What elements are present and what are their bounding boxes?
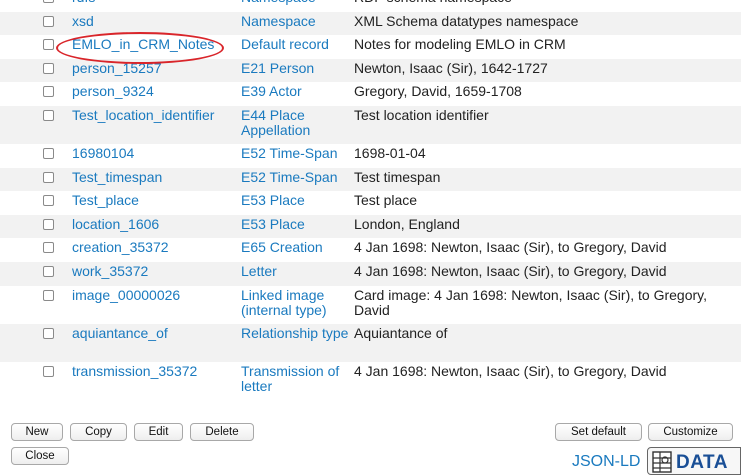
- row-checkbox[interactable]: [43, 195, 54, 207]
- record-id-link[interactable]: Test_location_identifier: [72, 107, 214, 123]
- row-checkbox[interactable]: [43, 242, 54, 254]
- record-description: Card image: 4 Jan 1698: Newton, Isaac (S…: [354, 286, 708, 318]
- record-id-link[interactable]: Test_place: [72, 192, 139, 208]
- record-type-link[interactable]: Letter: [241, 263, 277, 279]
- data-badge-label: DATA: [676, 452, 728, 473]
- table-row: creation_35372 E65 Creation 4 Jan 1698: Ne…: [0, 238, 741, 262]
- record-description: London, England: [354, 215, 460, 232]
- record-id-link[interactable]: person_15257: [72, 60, 162, 76]
- row-checkbox[interactable]: [43, 327, 54, 339]
- row-checkbox[interactable]: [43, 147, 54, 159]
- record-type-link[interactable]: E21 Person: [241, 60, 314, 76]
- record-description: Test place: [354, 192, 418, 209]
- table-row: EMLO_in_CRM_Notes Default record Notes for…: [0, 35, 741, 59]
- json-ld-link[interactable]: JSON-LD: [572, 453, 640, 471]
- data-badge[interactable]: DATA: [647, 447, 741, 475]
- row-checkbox[interactable]: [43, 365, 54, 377]
- record-description: RDF schema namespace: [354, 0, 741, 5]
- table-row: 16980104 E52 Time-Span 1698-01-04: [0, 144, 741, 168]
- row-checkbox[interactable]: [43, 289, 54, 301]
- record-description: 4 Jan 1698: Newton, Isaac (Sir), to Greg…: [354, 239, 667, 256]
- record-type-link[interactable]: Relationship type: [241, 325, 348, 341]
- record-description: Gregory, David, 1659-1708: [354, 83, 522, 100]
- edit-button[interactable]: Edit: [134, 423, 183, 441]
- record-type-link[interactable]: Namespace: [241, 0, 316, 5]
- set-default-button[interactable]: Set default: [555, 423, 642, 441]
- row-checkbox[interactable]: [43, 265, 54, 277]
- record-id-link[interactable]: transmission_35372: [72, 363, 197, 379]
- copy-button[interactable]: Copy: [70, 423, 127, 441]
- record-id-link[interactable]: EMLO_in_CRM_Notes: [72, 36, 214, 52]
- record-description: XML Schema datatypes namespace: [354, 12, 579, 29]
- record-id-link[interactable]: xsd: [72, 13, 94, 29]
- table-row: person_15257 E21 Person Newton, Isaac (Sir…: [0, 58, 741, 83]
- record-id-link[interactable]: location_1606: [72, 216, 159, 232]
- delete-button[interactable]: Delete: [190, 423, 254, 441]
- table-row: location_1606 E53 Place London, England: [0, 214, 741, 239]
- record-id-link[interactable]: work_35372: [72, 263, 148, 279]
- table-row: xsd Namespace XML Schema datatypes namespa…: [0, 11, 741, 36]
- record-type-link[interactable]: E52 Time-Span: [241, 169, 338, 185]
- row-checkbox[interactable]: [43, 39, 54, 51]
- table-row: rdfs Namespace RDF schema namespace: [0, 0, 741, 12]
- record-description: 4 Jan 1698: Newton, Isaac (Sir), to Greg…: [354, 362, 667, 379]
- record-type-link[interactable]: Namespace: [241, 13, 316, 29]
- record-list: rdfs Namespace RDF schema namespace xsd Name…: [0, 0, 741, 400]
- record-description: 4 Jan 1698: Newton, Isaac (Sir), to Greg…: [354, 262, 667, 279]
- new-button[interactable]: New: [11, 423, 63, 441]
- record-description: 1698-01-04: [354, 144, 426, 161]
- record-type-link[interactable]: E53 Place: [241, 192, 305, 208]
- record-description: Test timespan: [354, 168, 441, 185]
- row-checkbox[interactable]: [43, 15, 54, 27]
- record-id-link[interactable]: rdfs: [72, 0, 95, 5]
- record-id-link[interactable]: Test_timespan: [72, 169, 162, 185]
- record-type-link[interactable]: E65 Creation: [241, 239, 323, 255]
- table-row: Test_place E53 Place Test place: [0, 191, 741, 215]
- record-description: Newton, Isaac (Sir), 1642-1727: [354, 59, 548, 76]
- record-description: Test location identifier: [354, 106, 489, 123]
- record-description: Notes for modeling EMLO in CRM: [354, 36, 566, 53]
- table-row: work_35372 Letter 4 Jan 1698: Newton, Isaa…: [0, 261, 741, 286]
- record-id-link[interactable]: 16980104: [72, 145, 134, 161]
- record-id-link[interactable]: aquiantance_of: [72, 325, 168, 341]
- record-type-link[interactable]: Transmission of letter: [241, 363, 339, 394]
- record-type-link[interactable]: E53 Place: [241, 216, 305, 232]
- close-button[interactable]: Close: [11, 447, 69, 465]
- table-row: Test_timespan E52 Time-Span Test timespan: [0, 167, 741, 192]
- record-id-link[interactable]: image_00000026: [72, 287, 180, 303]
- record-type-link[interactable]: E39 Actor: [241, 83, 302, 99]
- table-row: transmission_35372 Transmission of letter…: [0, 362, 741, 400]
- row-checkbox[interactable]: [43, 109, 54, 121]
- table-row: person_9324 E39 Actor Gregory, David, 1659…: [0, 82, 741, 106]
- record-type-link[interactable]: E52 Time-Span: [241, 145, 338, 161]
- record-id-link[interactable]: creation_35372: [72, 239, 169, 255]
- record-type-link[interactable]: Linked image (internal type): [241, 287, 327, 318]
- table-row: Test_location_identifier E44 Place Appell…: [0, 105, 741, 144]
- record-id-link[interactable]: person_9324: [72, 83, 154, 99]
- table-row: aquiantance_of Relationship type Aquiantan…: [0, 323, 741, 362]
- record-type-link[interactable]: Default record: [241, 36, 329, 52]
- record-type-link[interactable]: E44 Place Appellation: [241, 107, 310, 138]
- table-row: image_00000026 Linked image (internal typ…: [0, 286, 741, 324]
- customize-button[interactable]: Customize: [648, 423, 733, 441]
- row-checkbox[interactable]: [43, 0, 54, 3]
- record-description: Aquiantance of: [354, 324, 448, 341]
- row-checkbox[interactable]: [43, 171, 54, 183]
- data-table-icon: [652, 451, 672, 473]
- row-checkbox[interactable]: [43, 218, 54, 230]
- row-checkbox[interactable]: [43, 62, 54, 74]
- row-checkbox[interactable]: [43, 86, 54, 98]
